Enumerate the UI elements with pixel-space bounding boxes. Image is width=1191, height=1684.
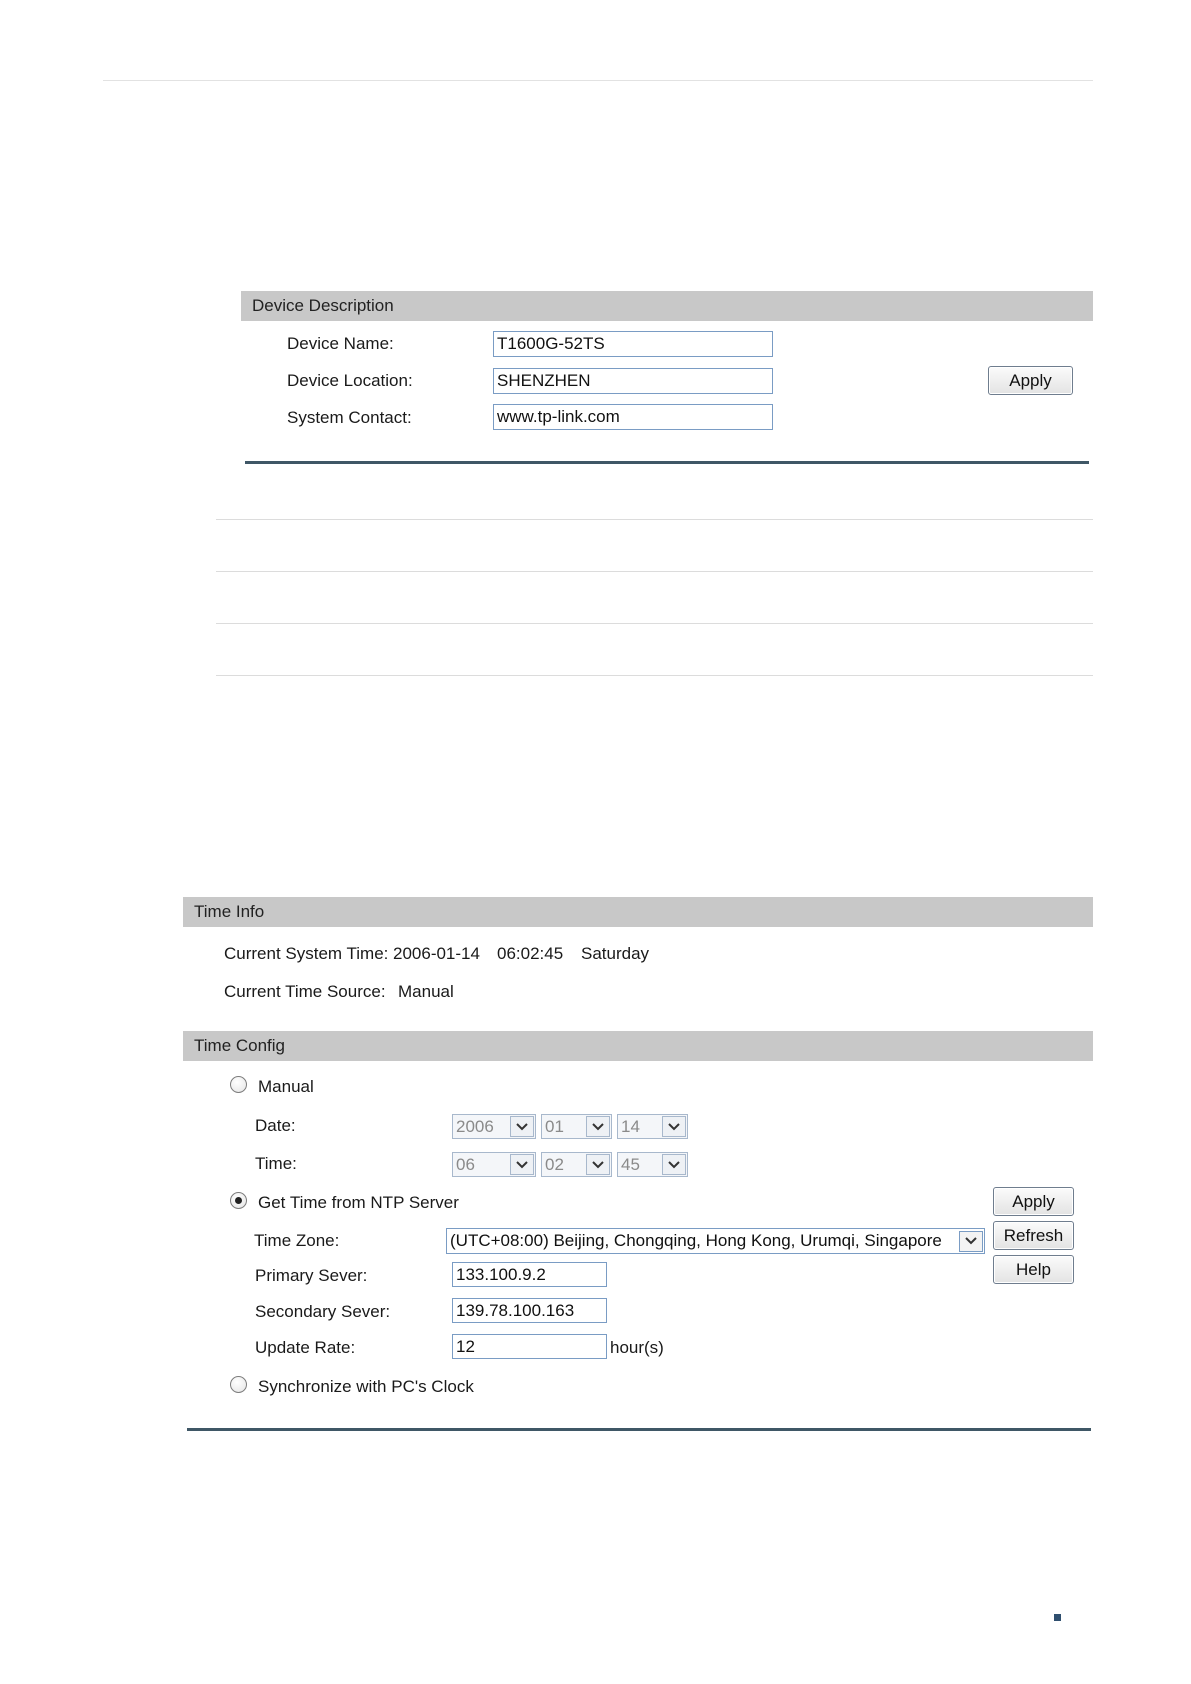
primary-server-label: Primary Sever: — [255, 1266, 368, 1285]
time-config-bottom-rule — [187, 1428, 1091, 1431]
time-hour-value: 06 — [456, 1154, 475, 1174]
time-second-value: 45 — [621, 1154, 640, 1174]
device-location-label: Device Location: — [287, 371, 413, 390]
secondary-server-input[interactable] — [452, 1298, 607, 1323]
device-description-title: Device Description — [252, 296, 394, 315]
manual-label: Manual — [258, 1077, 314, 1096]
sync-pc-label: Synchronize with PC's Clock — [258, 1377, 474, 1396]
time-minute-select[interactable]: 02 — [541, 1152, 612, 1177]
current-time-source-value: Manual — [398, 982, 454, 1001]
date-label: Date: — [255, 1116, 296, 1135]
update-rate-input[interactable] — [452, 1334, 607, 1359]
date-month-select[interactable]: 01 — [541, 1114, 612, 1139]
current-time-source-label: Current Time Source: — [224, 982, 386, 1001]
date-day-select[interactable]: 14 — [617, 1114, 688, 1139]
ntp-label: Get Time from NTP Server — [258, 1193, 459, 1212]
chevron-down-icon — [586, 1116, 610, 1137]
time-minute-value: 02 — [545, 1154, 564, 1174]
device-location-input[interactable] — [493, 368, 773, 394]
time-info-title: Time Info — [194, 902, 265, 921]
date-year-select[interactable]: 2006 — [452, 1114, 536, 1139]
system-contact-input[interactable] — [493, 404, 773, 430]
current-date-value: 2006-01-14 — [393, 944, 480, 963]
time-apply-button[interactable]: Apply — [993, 1187, 1074, 1216]
sync-pc-radio[interactable] — [230, 1376, 247, 1393]
date-month-value: 01 — [545, 1116, 564, 1136]
time-label: Time: — [255, 1154, 297, 1173]
chevron-down-icon — [510, 1116, 534, 1137]
device-name-label: Device Name: — [287, 334, 394, 353]
table-row-divider — [216, 623, 1093, 624]
time-hour-select[interactable]: 06 — [452, 1152, 536, 1177]
device-apply-button[interactable]: Apply — [988, 366, 1073, 395]
time-info-header: Time Info — [183, 897, 1093, 927]
time-config-title: Time Config — [194, 1036, 286, 1055]
current-system-time-label: Current System Time: — [224, 944, 389, 963]
table-row-divider — [216, 571, 1093, 572]
device-description-header: Device Description — [241, 291, 1093, 321]
time-zone-select[interactable]: (UTC+08:00) Beijing, Chongqing, Hong Kon… — [446, 1228, 985, 1254]
table-row-divider — [216, 675, 1093, 676]
radio-selected-dot — [235, 1197, 242, 1204]
page-marker — [1054, 1614, 1061, 1621]
chevron-down-icon — [662, 1116, 686, 1137]
time-zone-label: Time Zone: — [254, 1231, 340, 1250]
time-zone-value: (UTC+08:00) Beijing, Chongqing, Hong Kon… — [450, 1231, 942, 1250]
device-description-bottom-rule — [245, 461, 1089, 464]
current-time-value: 06:02:45 — [497, 944, 564, 963]
time-help-button[interactable]: Help — [993, 1255, 1074, 1284]
chevron-down-icon — [510, 1154, 534, 1175]
ntp-radio[interactable] — [230, 1192, 247, 1209]
current-day-value: Saturday — [581, 944, 650, 963]
date-year-value: 2006 — [456, 1116, 494, 1136]
time-config-header: Time Config — [183, 1031, 1093, 1061]
system-contact-label: System Contact: — [287, 408, 412, 427]
update-rate-unit: hour(s) — [610, 1338, 664, 1357]
update-rate-label: Update Rate: — [255, 1338, 356, 1357]
time-second-select[interactable]: 45 — [617, 1152, 688, 1177]
device-name-input[interactable] — [493, 331, 773, 357]
manual-radio[interactable] — [230, 1076, 247, 1093]
chevron-down-icon — [959, 1230, 983, 1252]
date-day-value: 14 — [621, 1116, 640, 1136]
table-row-divider — [216, 519, 1093, 520]
page-top-divider — [103, 80, 1093, 81]
chevron-down-icon — [662, 1154, 686, 1175]
chevron-down-icon — [586, 1154, 610, 1175]
primary-server-input[interactable] — [452, 1262, 607, 1287]
secondary-server-label: Secondary Sever: — [255, 1302, 391, 1321]
time-refresh-button[interactable]: Refresh — [993, 1221, 1074, 1250]
